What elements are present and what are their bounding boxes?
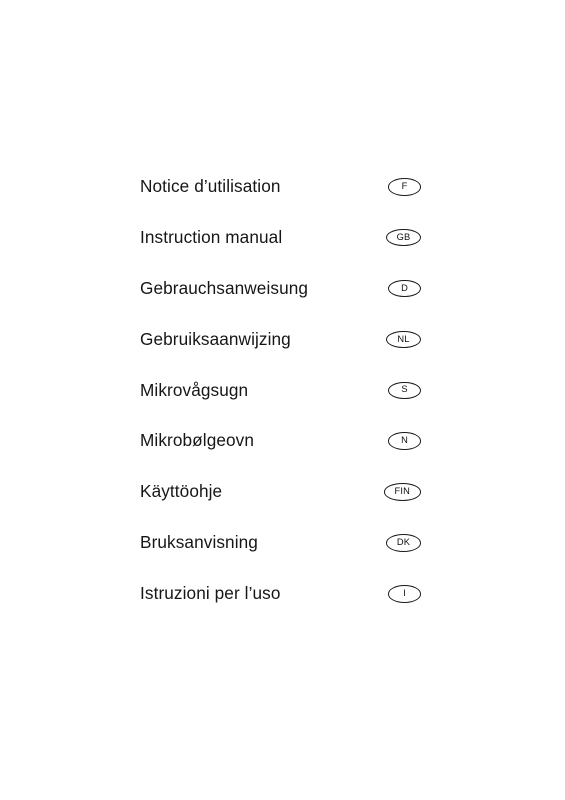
country-code-label: FIN — [394, 486, 410, 497]
list-item: Mikrobølgeovn N — [140, 428, 425, 479]
language-title: Mikrovågsugn — [140, 379, 249, 400]
language-title: Notice d’utilisation — [140, 176, 281, 196]
language-title: Instruction manual — [140, 226, 283, 247]
list-item: Käyttöohje FIN — [140, 479, 425, 530]
list-item: Gebrauchsanweisung D — [140, 276, 425, 327]
country-code-badge: FIN — [383, 483, 421, 501]
country-code-badge: DK — [386, 534, 421, 552]
country-code-label: GB — [396, 231, 411, 242]
country-code-label: F — [401, 180, 408, 191]
list-item: Istruzioni per l’uso I — [140, 581, 425, 632]
country-code-badge: GB — [386, 228, 421, 247]
list-item: Bruksanvisning DK — [140, 530, 425, 581]
country-code-badge: NL — [386, 330, 421, 349]
language-title: Käyttöohje — [140, 481, 223, 502]
country-code-label: I — [403, 587, 406, 598]
country-code-badge: I — [388, 585, 421, 603]
language-list: Notice d’utilisation F Instruction manua… — [140, 174, 425, 632]
list-item: Notice d’utilisation F — [140, 174, 425, 225]
country-code-label: D — [401, 282, 408, 293]
country-code-badge: S — [388, 381, 421, 400]
language-title: Istruzioni per l’uso — [140, 583, 281, 604]
country-code-badge: F — [388, 178, 421, 196]
language-title: Gebrauchsanweisung — [140, 277, 309, 298]
country-code-badge: N — [388, 432, 421, 450]
country-code-label: NL — [397, 333, 410, 344]
language-title: Gebruiksaanwijzing — [140, 328, 291, 349]
country-code-label: DK — [396, 537, 411, 548]
language-title: Mikrobølgeovn — [140, 430, 255, 451]
document-page: Notice d’utilisation F Instruction manua… — [0, 0, 565, 800]
country-code-badge: D — [388, 279, 421, 298]
language-title: Bruksanvisning — [140, 532, 258, 553]
list-item: Instruction manual GB — [140, 225, 425, 276]
country-code-label: N — [401, 435, 408, 446]
list-item: Gebruiksaanwijzing NL — [140, 327, 425, 378]
country-code-label: S — [401, 384, 408, 395]
list-item: Mikrovågsugn S — [140, 378, 425, 429]
